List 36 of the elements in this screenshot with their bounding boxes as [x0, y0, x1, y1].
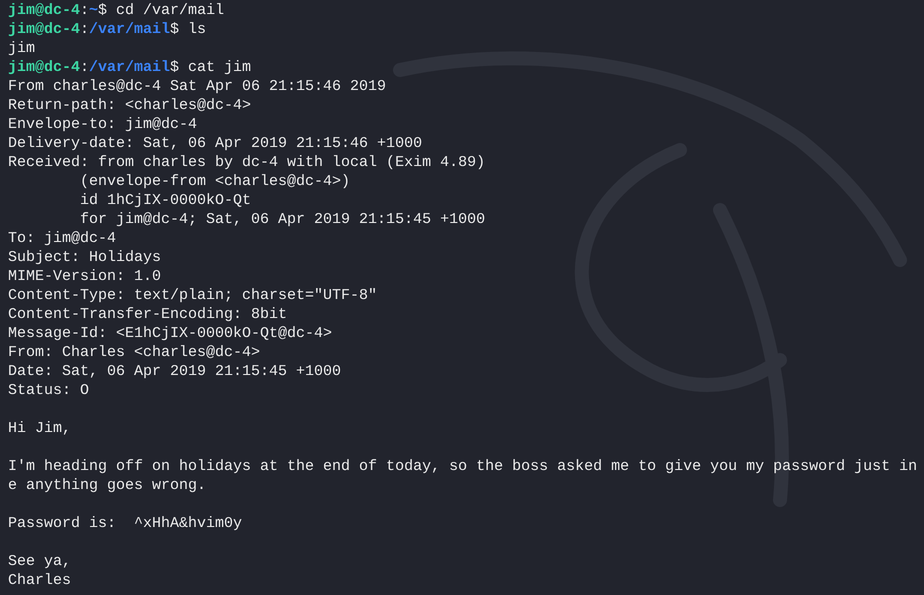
output-line: Hi Jim,	[8, 420, 72, 437]
output-line: Message-Id: <E1hCjIX-0000kO-Qt@dc-4>	[8, 325, 332, 342]
output-line: Password is: ^xHhA&hvim0y	[8, 515, 242, 532]
prompt-user: jim@dc-4	[8, 2, 80, 19]
command-text: :	[80, 21, 90, 38]
output-line: From: Charles <charles@dc-4>	[8, 344, 260, 361]
command-text: $ cd /var/mail	[98, 2, 224, 19]
output-line: I'm heading off on holidays at the end of today, so the boss asked me to give you my password just in	[8, 458, 918, 475]
output-line: for jim@dc-4; Sat, 06 Apr 2019 21:15:45 +1000	[79, 211, 486, 228]
command-text: :	[80, 2, 90, 19]
prompt-path: /var/mail	[89, 21, 170, 38]
output-line: From charles@dc-4 Sat Apr 06 21:15:46 2019	[8, 78, 386, 95]
output-line: Received: from charles by dc-4 with local (Exim 4.89)	[8, 154, 486, 171]
prompt-path: ~	[89, 2, 98, 19]
prompt-path: /var/mail	[89, 59, 170, 76]
prompt-user: jim@dc-4	[8, 59, 80, 76]
prompt-user: jim@dc-4	[8, 21, 80, 38]
output-line: Content-Transfer-Encoding: 8bit	[8, 306, 288, 323]
command-text: $ ls	[170, 21, 206, 38]
output-line: Content-Type: text/plain; charset="UTF-8"	[8, 287, 378, 304]
output-line: (envelope-from <charles@dc-4>)	[79, 173, 350, 190]
output-line: Envelope-to: jim@dc-4	[8, 116, 198, 133]
output-line: Delivery-date: Sat, 06 Apr 2019 21:15:46 +1000	[8, 135, 422, 152]
output-line: Status: O	[8, 382, 90, 399]
output-line: MIME-Version: 1.0	[8, 268, 162, 285]
output-line: Charles	[8, 572, 72, 589]
output-line: To: jim@dc-4	[8, 230, 116, 247]
output-line: See ya,	[8, 553, 72, 570]
output-line: e anything goes wrong.	[8, 477, 206, 494]
output-line: jim	[8, 40, 36, 57]
output-line: id 1hCjIX-0000kO-Qt	[79, 192, 252, 209]
command-text: $ cat jim	[170, 59, 252, 76]
output-line: Subject: Holidays	[8, 249, 162, 266]
output-line: Date: Sat, 06 Apr 2019 21:15:45 +1000	[8, 363, 342, 380]
output-line: Return-path: <charles@dc-4>	[8, 97, 252, 114]
command-text: :	[80, 59, 90, 76]
